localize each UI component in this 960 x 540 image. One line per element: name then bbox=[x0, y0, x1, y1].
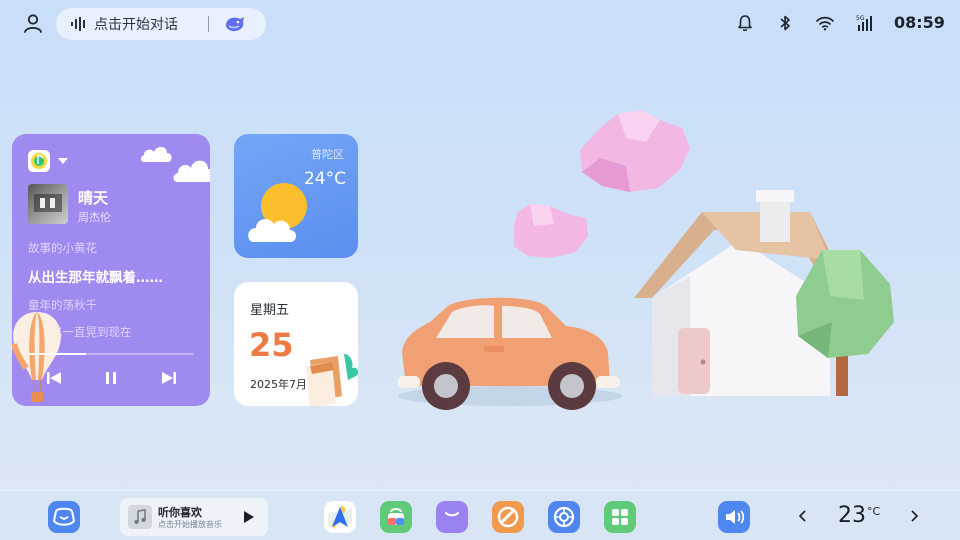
voice-wave-icon bbox=[71, 17, 85, 31]
day-number: 25 bbox=[249, 326, 294, 364]
weekday-label: 星期五 bbox=[250, 303, 290, 318]
weather-card[interactable]: 普陀区 24°C bbox=[234, 134, 358, 258]
previous-track-icon[interactable] bbox=[45, 370, 63, 386]
toy-car bbox=[398, 297, 622, 410]
status-bar: 点击开始对话 5G 08:59 bbox=[0, 0, 960, 46]
all-apps-icon[interactable] bbox=[604, 501, 636, 533]
smart-scene-app-icon[interactable] bbox=[548, 501, 580, 533]
wallet-app-icon[interactable] bbox=[436, 501, 468, 533]
mini-music-player[interactable]: 听你喜欢 点击开始播放音乐 bbox=[120, 498, 268, 536]
svg-text:5G: 5G bbox=[856, 15, 865, 22]
calendar-card[interactable]: 星期五 25 2025年7月 bbox=[234, 282, 358, 406]
lyric-line-current: 从出生那年就飘着…… bbox=[28, 270, 163, 286]
volume-icon[interactable] bbox=[718, 501, 750, 533]
music-note-icon bbox=[128, 505, 152, 529]
album-art[interactable] bbox=[28, 184, 68, 224]
cabin-temperature-unit: °C bbox=[867, 505, 881, 518]
user-icon[interactable] bbox=[22, 12, 44, 34]
music-card[interactable]: 晴天 周杰伦 故事的小黄花 从出生那年就飘着…… 童年的荡秋千 随记忆一直晃到现… bbox=[12, 134, 210, 406]
mini-player-subtitle: 点击开始播放音乐 bbox=[158, 520, 222, 529]
cloud-decoration bbox=[173, 160, 210, 182]
play-icon[interactable] bbox=[244, 511, 254, 523]
wifi-icon[interactable] bbox=[815, 14, 835, 32]
lyric-line: 故事的小黄花 bbox=[28, 241, 97, 255]
song-artist: 周杰伦 bbox=[78, 211, 111, 224]
next-track-icon[interactable] bbox=[160, 370, 178, 386]
chevron-down-icon[interactable] bbox=[58, 158, 68, 164]
pink-cloud bbox=[580, 110, 690, 192]
partly-cloudy-icon bbox=[248, 183, 307, 242]
5g-signal-icon: 5G bbox=[856, 15, 872, 31]
pink-cloud bbox=[514, 204, 588, 258]
music-app-icon[interactable] bbox=[28, 150, 50, 172]
app-store-icon[interactable] bbox=[380, 501, 412, 533]
progress-fill bbox=[28, 353, 87, 355]
navigation-app-icon[interactable] bbox=[324, 501, 356, 533]
voice-assistant-bar[interactable]: 点击开始对话 bbox=[56, 8, 266, 40]
temp-increase-chevron-right-icon[interactable] bbox=[908, 509, 920, 523]
bluetooth-icon[interactable] bbox=[776, 14, 794, 32]
weather-location: 普陀区 bbox=[311, 148, 344, 161]
dock: 听你喜欢 点击开始播放音乐 23 °C bbox=[0, 490, 960, 540]
clock: 08:59 bbox=[894, 13, 945, 32]
car-assistant-icon[interactable] bbox=[48, 501, 80, 533]
temp-decrease-chevron-left-icon[interactable] bbox=[797, 509, 809, 523]
notification-bell-icon[interactable] bbox=[736, 14, 754, 32]
media-app-icon[interactable] bbox=[492, 501, 524, 533]
scene-illustration bbox=[398, 110, 894, 410]
divider bbox=[208, 16, 209, 32]
voice-prompt: 点击开始对话 bbox=[94, 17, 178, 33]
cabin-temperature: 23 bbox=[838, 503, 866, 528]
playback-progress[interactable] bbox=[28, 353, 194, 355]
song-title: 晴天 bbox=[78, 189, 109, 207]
calendar-decoration bbox=[306, 354, 358, 406]
pause-icon[interactable] bbox=[102, 370, 120, 386]
mini-player-title: 听你喜欢 bbox=[158, 506, 202, 519]
voice-assistant-logo-icon[interactable] bbox=[224, 15, 246, 33]
cloud-decoration bbox=[141, 146, 172, 162]
hot-air-balloon-decoration bbox=[12, 312, 61, 402]
